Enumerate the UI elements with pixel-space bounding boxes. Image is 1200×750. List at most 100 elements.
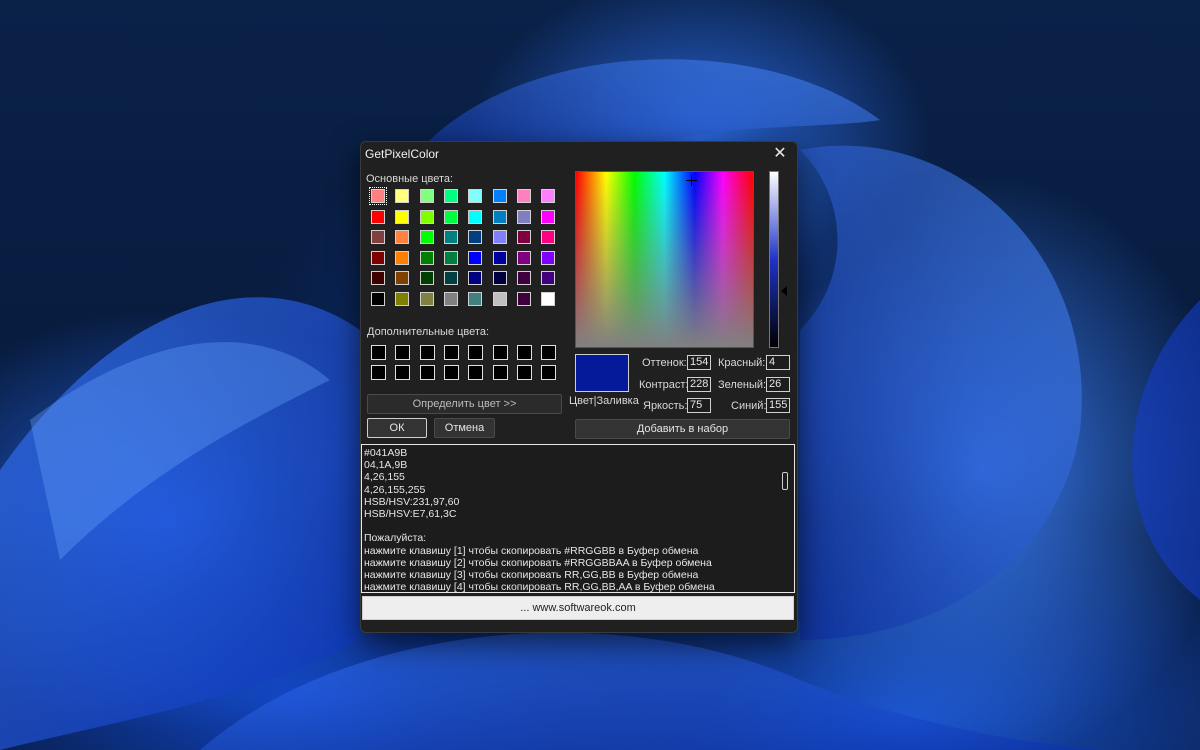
basic-color-swatch[interactable] [443,250,458,265]
output-line: нажмите клавишу [4] чтобы скопировать RR… [364,581,715,593]
basic-color-swatch[interactable] [468,250,483,265]
custom-colors-label: Дополнительные цвета: [367,326,489,338]
basic-color-swatch[interactable] [516,250,531,265]
custom-color-swatch[interactable] [541,365,557,380]
custom-color-swatch[interactable] [516,345,532,360]
basic-color-swatch[interactable] [492,250,507,265]
basic-color-swatch[interactable] [492,230,507,245]
cancel-button[interactable]: Отмена [434,418,495,438]
basic-color-swatch[interactable] [492,271,507,286]
custom-color-swatch[interactable] [492,345,508,360]
basic-color-swatch[interactable] [492,209,507,224]
softwareok-link[interactable]: ... www.softwareok.com [362,596,794,620]
color-fill-label: Цвет|Заливка [569,395,639,407]
basic-color-swatch[interactable] [516,230,531,245]
basic-color-swatch[interactable] [419,292,434,306]
blue-field[interactable]: 155 [766,398,790,413]
custom-color-swatch[interactable] [395,345,411,360]
color-output-text[interactable]: #041A9B 04,1A,9B 4,26,155 4,26,155,255 HSB/H… [361,444,795,593]
custom-color-swatch[interactable] [468,365,484,380]
basic-color-swatch[interactable] [516,271,531,286]
custom-color-swatch[interactable] [419,365,435,380]
basic-color-swatch[interactable] [516,189,531,203]
output-line: нажмите клавишу [2] чтобы скопировать #R… [364,556,712,569]
green-field[interactable]: 26 [766,377,790,392]
color-preview [575,354,629,392]
custom-color-swatch[interactable] [492,365,508,380]
basic-color-swatch[interactable] [541,292,556,306]
basic-color-swatch[interactable] [468,271,483,286]
basic-color-swatch[interactable] [443,230,458,245]
basic-color-swatch[interactable] [419,230,434,245]
output-line: #041A9B [364,447,408,459]
basic-color-swatch[interactable] [541,271,556,286]
basic-color-swatch[interactable] [516,292,531,306]
output-line: нажмите клавишу [3] чтобы скопировать RR… [364,568,699,581]
basic-color-swatch[interactable] [371,292,385,306]
luminance-arrow-icon[interactable] [781,286,787,296]
hue-field[interactable]: 154 [687,355,711,370]
basic-color-swatch[interactable] [419,250,434,265]
custom-color-swatch[interactable] [541,345,557,360]
basic-color-swatch[interactable] [443,292,458,306]
basic-color-swatch[interactable] [395,189,410,203]
custom-color-swatch[interactable] [371,345,386,360]
basic-color-swatch[interactable] [468,209,483,224]
basic-color-swatch[interactable] [419,189,434,203]
luminance-field[interactable]: 75 [687,398,711,413]
basic-color-swatch[interactable] [419,209,434,224]
blue-label: Синий: [731,400,767,412]
basic-color-swatch[interactable] [371,250,385,265]
basic-color-swatch[interactable] [516,209,531,224]
custom-color-swatch[interactable] [371,365,386,380]
add-to-custom-button[interactable]: Добавить в набор [575,419,790,439]
basic-color-swatch[interactable] [371,271,385,286]
basic-color-swatch[interactable] [395,292,410,306]
custom-color-swatch[interactable] [516,365,532,380]
custom-color-swatch[interactable] [443,345,459,360]
red-field[interactable]: 4 [766,355,790,370]
basic-color-swatch[interactable] [492,292,507,306]
basic-color-swatch[interactable] [395,230,410,245]
custom-color-swatch[interactable] [419,345,435,360]
custom-color-swatch[interactable] [443,365,459,380]
basic-color-swatch[interactable] [443,209,458,224]
basic-color-swatch[interactable] [541,189,556,203]
output-line: HSB/HSV:231,97,60 [364,495,460,508]
basic-color-swatch[interactable] [419,271,434,286]
basic-color-swatch[interactable] [541,209,556,224]
basic-color-swatch[interactable] [395,209,410,224]
basic-color-swatch[interactable] [541,230,556,245]
basic-color-swatch[interactable] [371,230,385,245]
basic-color-swatch[interactable] [395,250,410,265]
basic-color-swatch[interactable] [443,271,458,286]
saturation-field[interactable]: 228 [687,377,711,392]
define-color-button[interactable]: Определить цвет >> [367,394,562,414]
basic-color-swatch[interactable] [468,292,483,306]
red-label: Красный: [718,357,766,369]
output-line: 04,1A,9B [364,459,408,472]
basic-color-swatch[interactable] [371,209,385,224]
basic-color-swatch[interactable] [468,189,483,203]
ok-button[interactable]: ОК [367,418,427,438]
window-title: GetPixelColor [365,147,440,161]
crosshair-icon[interactable] [686,175,697,186]
color-spectrum[interactable] [575,171,754,348]
luminance-slider[interactable] [769,171,779,348]
output-line: HSB/HSV:E7,61,3C [364,507,457,520]
hue-label: Оттенок: [642,357,687,369]
titlebar[interactable]: GetPixelColor ✕ [361,142,797,166]
basic-color-swatch[interactable] [369,187,387,205]
custom-color-swatch[interactable] [395,365,411,380]
output-scrollbar[interactable] [782,472,788,490]
basic-colors-label: Основные цвета: [366,173,454,185]
basic-color-swatch[interactable] [541,250,556,265]
custom-color-swatch[interactable] [468,345,484,360]
close-icon[interactable]: ✕ [769,144,791,164]
basic-color-swatch[interactable] [468,230,483,245]
output-line: 4,26,155,255 [364,483,426,496]
basic-color-swatch[interactable] [395,271,410,286]
basic-color-swatch[interactable] [492,189,507,203]
basic-color-swatch[interactable] [443,189,458,203]
